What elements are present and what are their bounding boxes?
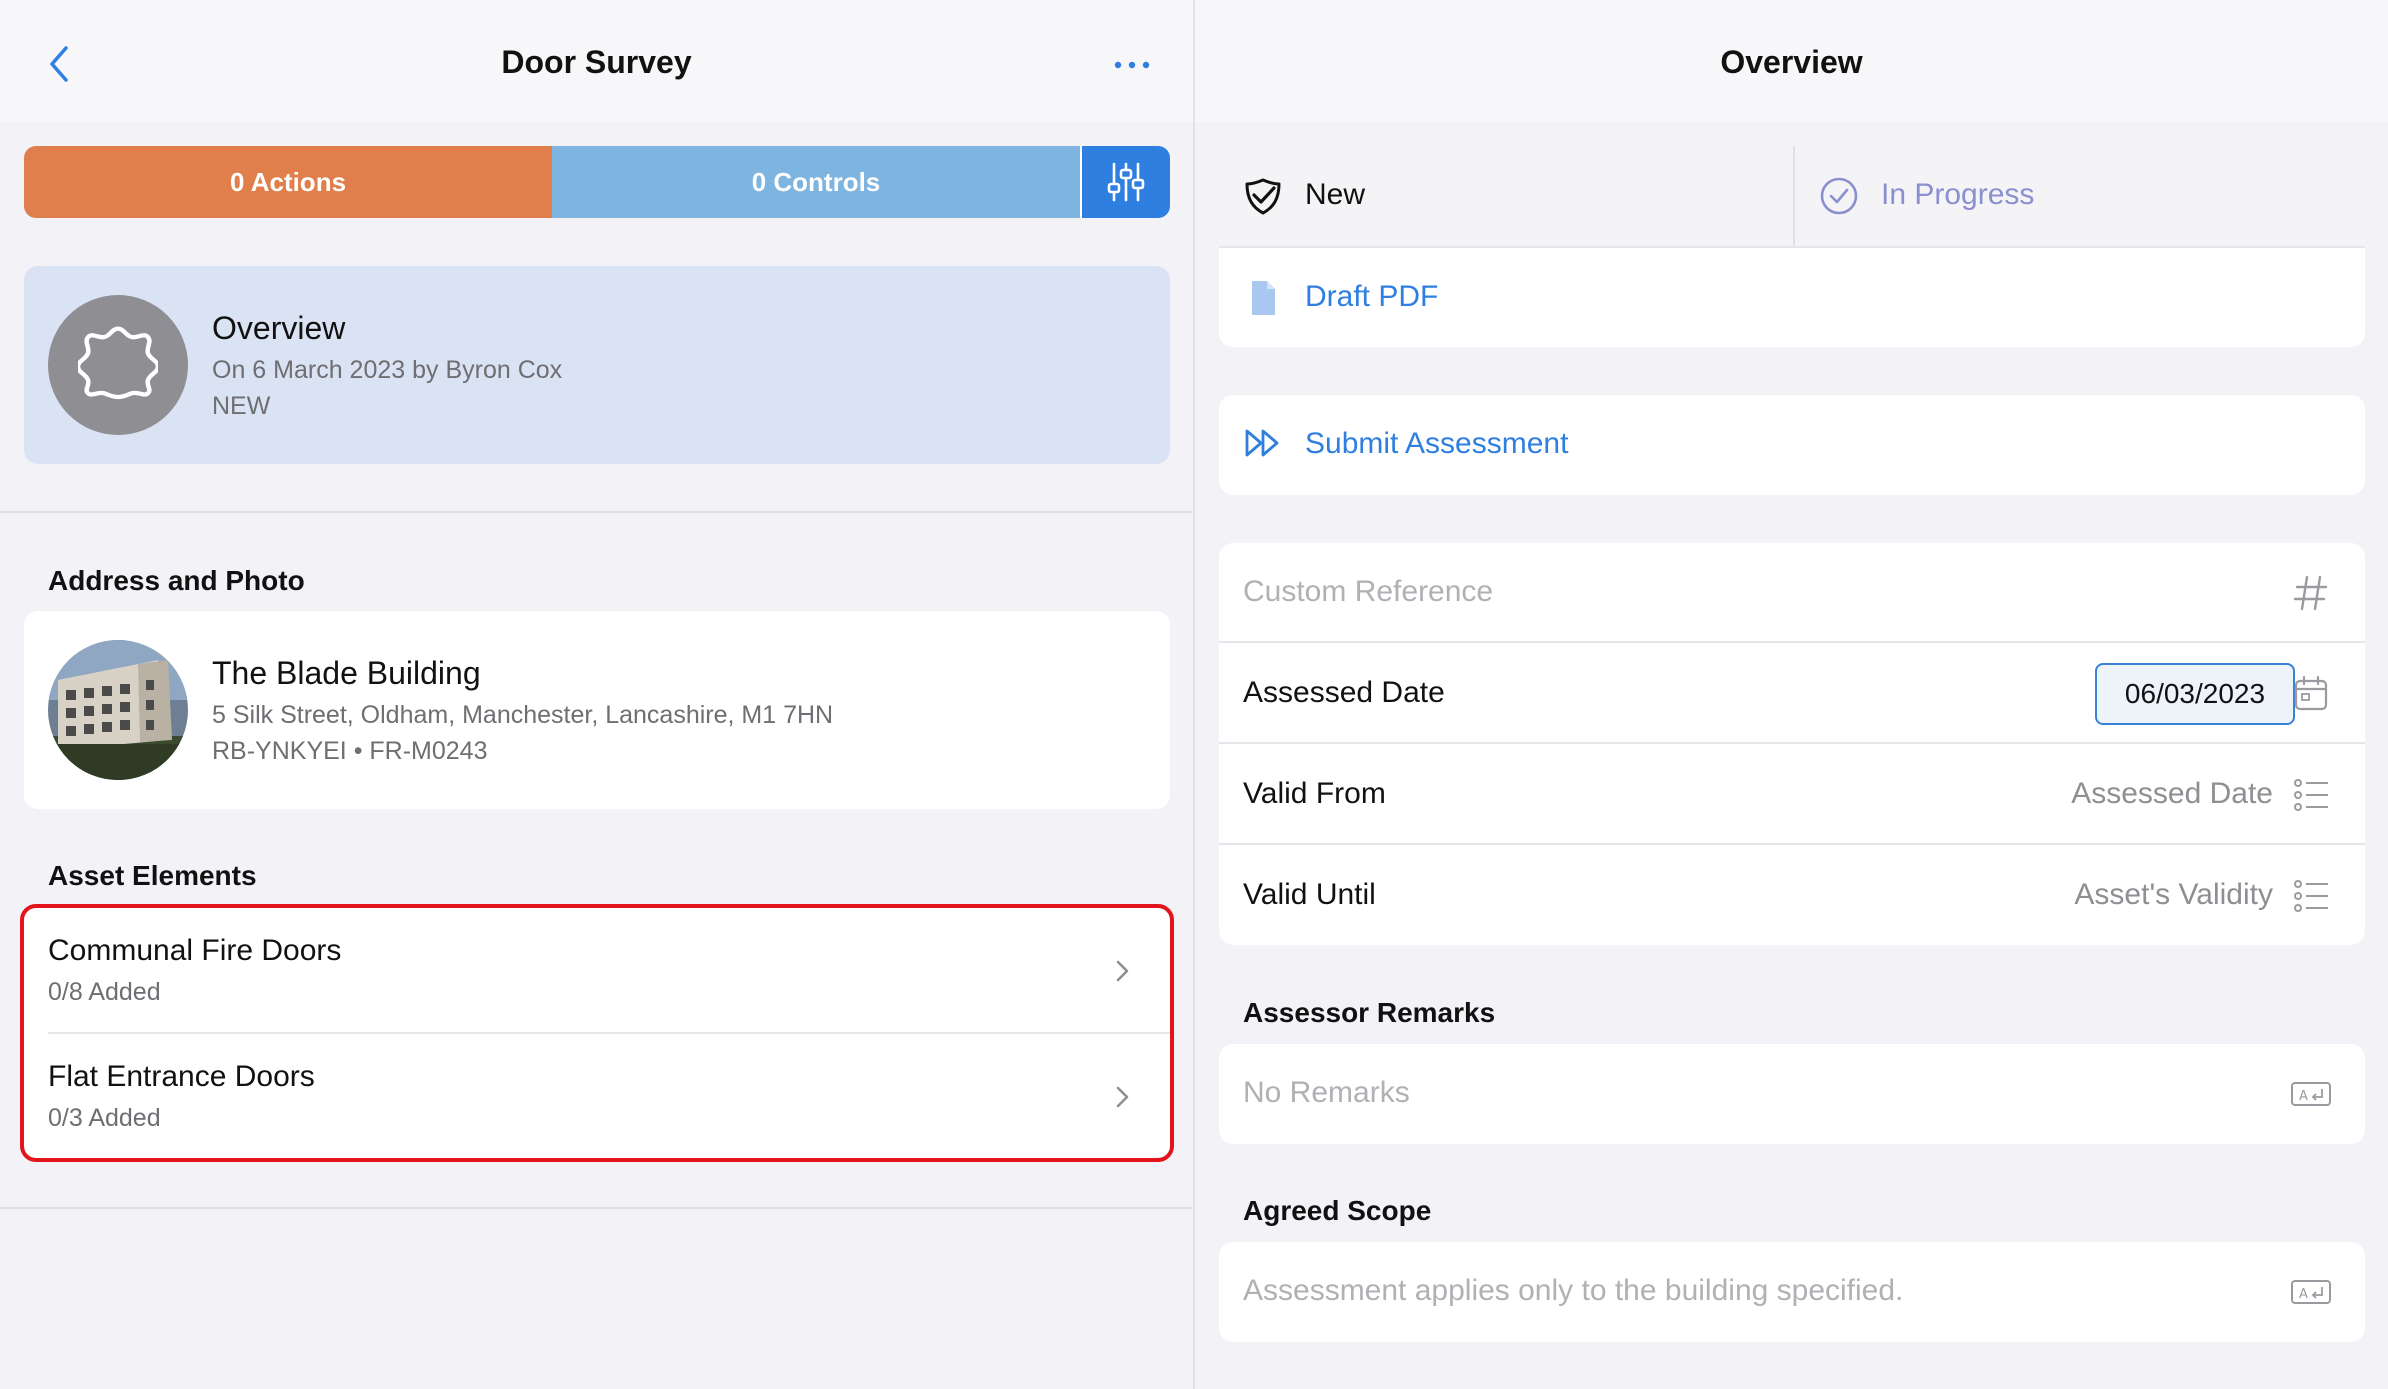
detail-title: Overview (1720, 44, 1863, 80)
assessed-date-row: Assessed Date 06/03/2023 (1219, 644, 2365, 744)
gear-placeholder-icon (78, 326, 158, 400)
actions-button[interactable]: 0 Actions (24, 146, 552, 218)
valid-until-value: Asset's Validity (2074, 878, 2273, 911)
calendar-icon[interactable] (2291, 674, 2331, 714)
submit-assessment-label: Submit Assessment (1305, 427, 1569, 460)
status-new-label: New (1305, 178, 1366, 211)
valid-until-row[interactable]: Valid Until Asset's Validity (1219, 846, 2365, 945)
valid-from-label: Valid From (1243, 777, 1386, 810)
assessed-date-picker[interactable]: 06/03/2023 (2095, 663, 2295, 725)
building-name: The Blade Building (212, 655, 481, 691)
remarks-field[interactable]: No Remarks A (1219, 1044, 2365, 1144)
list-bullet-icon (2294, 880, 2328, 912)
hash-icon (2293, 575, 2328, 611)
status-segment: New In Progress (1219, 146, 2365, 246)
shield-check-icon (1245, 178, 1281, 215)
building-address: 5 Silk Street, Oldham, Manchester, Lanca… (212, 701, 834, 729)
scope-section-header: Agreed Scope (1243, 1195, 1432, 1226)
fast-forward-icon (1245, 429, 1279, 457)
submit-assessment-button[interactable]: Submit Assessment (1219, 395, 2365, 495)
left-pane: Door Survey 0 Actions 0 Controls Overvie… (0, 0, 1193, 1389)
controls-button[interactable]: 0 Controls (552, 146, 1080, 218)
custom-reference-placeholder: Custom Reference (1243, 575, 1494, 608)
left-navbar: Door Survey (0, 0, 1193, 122)
text-input-icon: A (2291, 1082, 2331, 1106)
list-bullet-icon (2294, 779, 2328, 811)
highlight-outline (20, 904, 1174, 1162)
address-card[interactable]: The Blade Building 5 Silk Street, Oldham… (24, 611, 1170, 809)
overview-subtitle: On 6 March 2023 by Byron Cox (212, 356, 563, 384)
overview-status: NEW (212, 392, 271, 420)
circle-check-icon (1820, 177, 1858, 215)
ellipsis-icon[interactable] (1110, 50, 1154, 80)
scope-field[interactable]: Assessment applies only to the building … (1219, 1242, 2365, 1342)
remarks-section-header: Assessor Remarks (1243, 997, 1496, 1028)
building-refs: RB-YNKYEI • FR-M0243 (212, 737, 488, 765)
building-photo (48, 640, 188, 780)
overview-avatar (48, 295, 188, 435)
row-divider (1219, 742, 2365, 744)
action-control-bar: 0 Actions 0 Controls (24, 146, 1170, 218)
address-section-header: Address and Photo (48, 565, 305, 596)
status-card: New In Progress Draft PDF (1219, 146, 2365, 347)
overview-title: Overview (212, 310, 346, 346)
asset-section-header: Asset Elements (48, 860, 257, 891)
scope-placeholder: Assessment applies only to the building … (1243, 1274, 1904, 1307)
sliders-icon (1107, 162, 1145, 202)
valid-until-label: Valid Until (1243, 878, 1376, 911)
status-in-progress-label: In Progress (1881, 178, 2035, 211)
custom-reference-field[interactable]: Custom Reference (1219, 543, 2365, 643)
row-divider (1219, 641, 2365, 643)
assessed-date-label: Assessed Date (1243, 676, 1445, 709)
svg-text:A: A (2299, 1287, 2308, 1302)
overview-card[interactable]: Overview On 6 March 2023 by Byron Cox NE… (24, 266, 1170, 464)
draft-pdf-row[interactable]: Draft PDF (1219, 246, 2365, 347)
svg-text:A: A (2299, 1089, 2308, 1104)
valid-from-value: Assessed Date (2071, 777, 2273, 810)
draft-pdf-label: Draft PDF (1305, 280, 1439, 313)
right-pane: Overview New In Progress Draft PDF Submi… (1195, 0, 2388, 1389)
document-icon (1252, 281, 1275, 315)
row-divider (1219, 843, 2365, 845)
remarks-placeholder: No Remarks (1243, 1076, 1410, 1109)
status-in-progress-button[interactable]: In Progress (1793, 146, 2365, 246)
text-input-icon: A (2291, 1280, 2331, 1304)
page-title: Door Survey (501, 44, 692, 80)
section-divider (0, 1207, 1193, 1209)
status-new-button[interactable]: New (1219, 146, 1791, 246)
filter-button[interactable] (1080, 146, 1170, 218)
right-navbar: Overview (1195, 0, 2388, 122)
valid-from-row[interactable]: Valid From Assessed Date (1219, 745, 2365, 845)
section-divider (0, 511, 1193, 513)
assessment-form: Custom Reference Assessed Date 06/03/202… (1219, 543, 2365, 945)
